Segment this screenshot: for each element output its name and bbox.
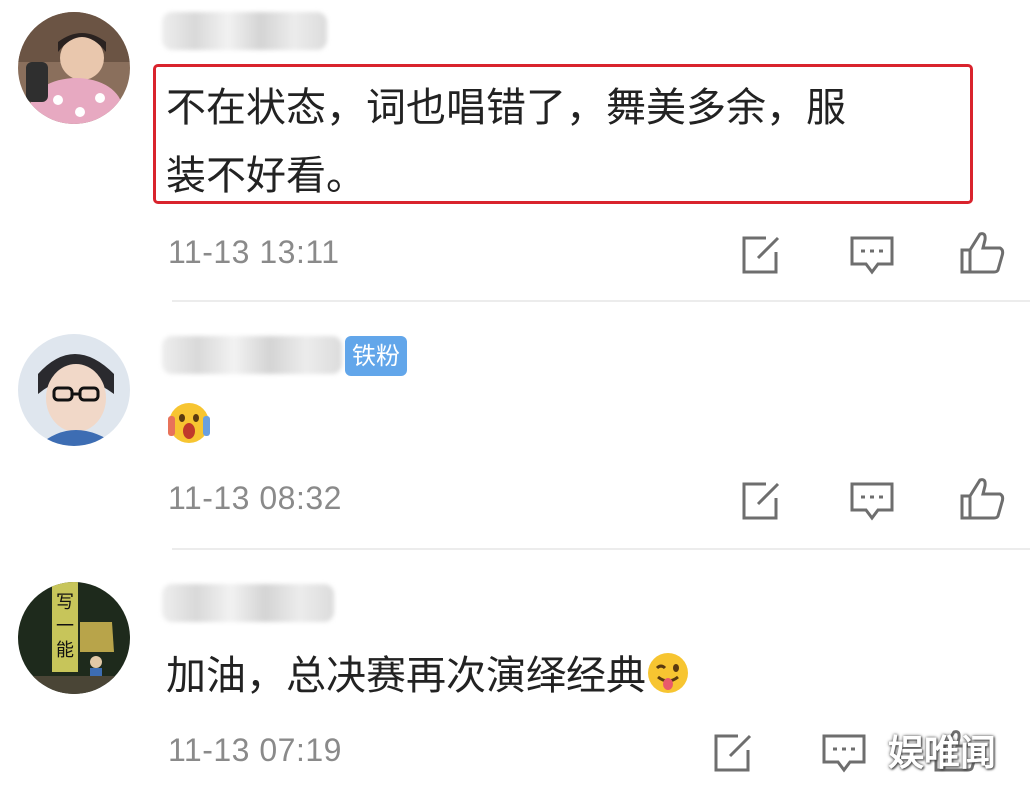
svg-text:一: 一 <box>56 616 74 637</box>
username-blurred[interactable] <box>162 584 334 622</box>
divider <box>172 548 1030 550</box>
share-icon[interactable] <box>708 730 756 778</box>
comment-text-line2: 装不好看。 <box>166 153 366 199</box>
like-icon[interactable] <box>958 474 1006 522</box>
comment-text: 不在状态，词也唱错了，舞美多余，服 <box>166 85 846 131</box>
reply-icon[interactable] <box>848 478 896 526</box>
tongue-wink-emoji-icon <box>646 646 690 693</box>
comment-time: 11-13 07:19 <box>168 732 342 768</box>
avatar[interactable] <box>18 334 130 446</box>
username-blurred[interactable] <box>162 12 327 50</box>
like-icon[interactable] <box>958 228 1006 276</box>
reply-icon[interactable] <box>848 232 896 280</box>
avatar[interactable] <box>18 12 130 124</box>
svg-text:能: 能 <box>56 640 74 661</box>
scream-emoji-icon <box>166 400 212 446</box>
share-icon[interactable] <box>736 232 784 280</box>
divider <box>172 300 1030 302</box>
comment-text-content: 加油，总决赛再次演绎经典 <box>166 653 646 699</box>
svg-text:写: 写 <box>56 592 74 613</box>
watermark: 娱唯闻 <box>888 733 997 774</box>
comment-text: 加油，总决赛再次演绎经典 <box>166 640 690 712</box>
comment-time: 11-13 13:11 <box>168 234 340 270</box>
username-blurred[interactable] <box>162 336 342 374</box>
fan-badge: 铁粉 <box>345 336 407 376</box>
avatar[interactable]: 写 一 能 <box>18 582 130 694</box>
reply-icon[interactable] <box>820 730 868 778</box>
share-icon[interactable] <box>736 478 784 526</box>
comment-time: 11-13 08:32 <box>168 480 342 516</box>
